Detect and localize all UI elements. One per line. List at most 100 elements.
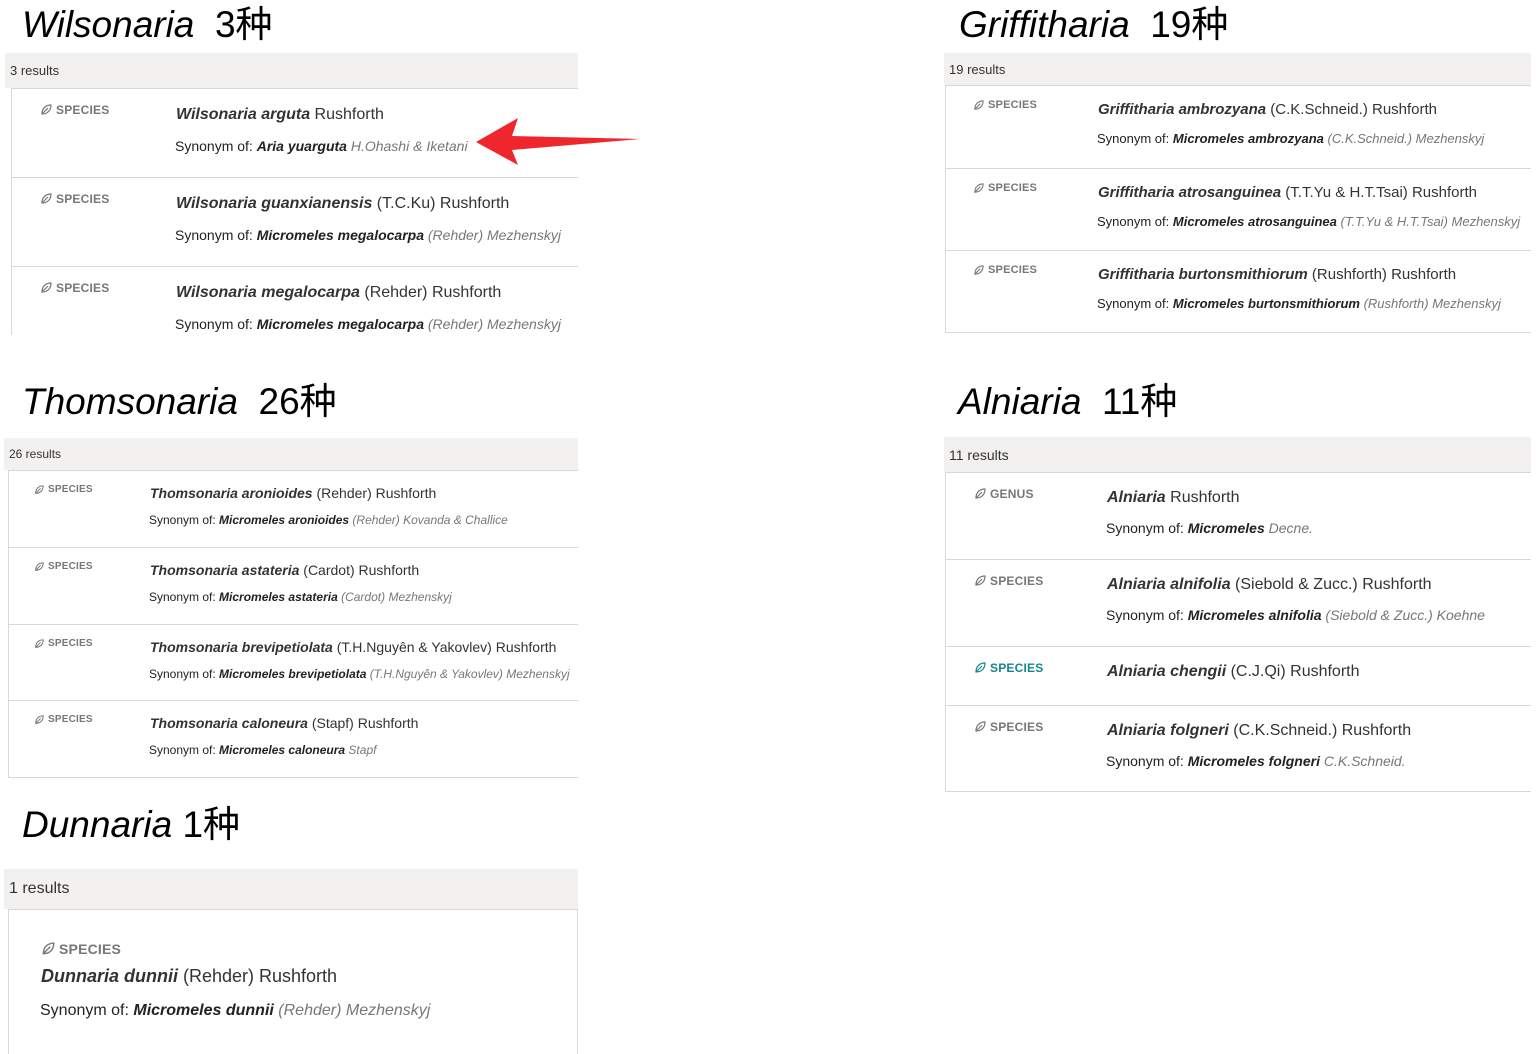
- synonym-author: (Rehder) Mezhenskyj: [424, 316, 561, 332]
- type-badge: SPECIES: [973, 264, 1037, 276]
- results-count: 19 results: [949, 61, 1006, 77]
- list-item[interactable]: SPECIES Dunnaria dunnii (Rehder) Rushfor…: [9, 910, 577, 1054]
- synonym-label: Synonym of:: [1106, 520, 1188, 536]
- type-badge: SPECIES: [34, 484, 93, 495]
- heading-wilsonaria: Wilsonaria 3种: [22, 6, 273, 43]
- scientific-name: Alniaria: [1107, 489, 1166, 506]
- synonym-name[interactable]: Aria yuarguta: [257, 138, 347, 154]
- taxon-name[interactable]: Alniaria chengii (C.J.Qi) Rushforth: [1107, 663, 1360, 681]
- type-badge: GENUS: [974, 487, 1034, 501]
- taxon-name[interactable]: Wilsonaria arguta Rushforth: [176, 106, 384, 124]
- synonym-author: (Rehder) Mezhenskyj: [273, 1002, 431, 1019]
- synonym-name[interactable]: Micromeles dunnii: [133, 1002, 273, 1019]
- taxon-name[interactable]: Thomsonaria brevipetiolata (T.H.Nguyên &…: [150, 639, 556, 655]
- genus-title: Griffitharia: [959, 4, 1130, 45]
- taxon-name[interactable]: Alniaria Rushforth: [1107, 489, 1240, 507]
- synonym-label: Synonym of:: [1106, 753, 1188, 769]
- author-citation: (Stapf) Rushforth: [307, 715, 419, 731]
- list-item[interactable]: GENUS Alniaria Rushforth Synonym of: Mic…: [946, 473, 1531, 560]
- taxon-name[interactable]: Alniaria folgneri (C.K.Schneid.) Rushfor…: [1107, 722, 1411, 740]
- type-badge: SPECIES: [974, 574, 1043, 588]
- synonym-name[interactable]: Micromeles atrosanguinea: [1173, 214, 1337, 229]
- leaf-icon: [974, 99, 984, 110]
- taxon-name[interactable]: Wilsonaria guanxianensis (T.C.Ku) Rushfo…: [176, 195, 509, 213]
- synonym-label: Synonym of:: [149, 667, 220, 681]
- synonym-name[interactable]: Micromeles: [1188, 520, 1265, 536]
- list-item[interactable]: SPECIES Thomsonaria caloneura (Stapf) Ru…: [9, 701, 578, 778]
- synonym-name[interactable]: Micromeles alnifolia: [1188, 607, 1322, 623]
- synonym-author: Decne.: [1264, 520, 1313, 536]
- type-badge: SPECIES: [34, 638, 93, 649]
- results-count: 1 results: [9, 880, 70, 897]
- red-arrow-annotation: [476, 118, 640, 165]
- leaf-icon: [975, 662, 986, 673]
- list-item[interactable]: SPECIES Alniaria folgneri (C.K.Schneid.)…: [946, 706, 1531, 792]
- synonym-name[interactable]: Micromeles ambrozyana: [1173, 131, 1324, 146]
- list-item[interactable]: SPECIES Thomsonaria astateria (Cardot) R…: [9, 548, 578, 625]
- synonym-line: Synonym of: Micromeles caloneura Stapf: [149, 743, 376, 757]
- list-item[interactable]: SPECIES Griffitharia atrosanguinea (T.T.…: [946, 169, 1531, 251]
- results-list: SPECIES Thomsonaria aronioides (Rehder) …: [8, 470, 578, 778]
- synonym-name[interactable]: Micromeles caloneura: [219, 743, 345, 757]
- type-badge: SPECIES: [974, 720, 1043, 734]
- synonym-name[interactable]: Micromeles burtonsmithiorum: [1173, 296, 1360, 311]
- taxon-name[interactable]: Dunnaria dunnii (Rehder) Rushforth: [41, 966, 337, 987]
- type-badge: SPECIES: [34, 561, 93, 572]
- synonym-name[interactable]: Micromeles astateria: [219, 590, 338, 604]
- species-count: 19种: [1150, 4, 1229, 45]
- heading-alniaria: Alniaria 11种: [958, 383, 1177, 420]
- heading-thomsonaria: Thomsonaria 26种: [22, 383, 337, 420]
- list-item[interactable]: SPECIES Thomsonaria aronioides (Rehder) …: [9, 471, 578, 548]
- list-item[interactable]: SPECIES Wilsonaria guanxianensis (T.C.Ku…: [12, 178, 578, 267]
- synonym-name[interactable]: Micromeles aronioides: [219, 513, 349, 527]
- taxon-name[interactable]: Griffitharia burtonsmithiorum (Rushforth…: [1098, 266, 1456, 283]
- list-item[interactable]: SPECIES Alniaria chengii (C.J.Qi) Rushfo…: [946, 647, 1531, 706]
- list-item[interactable]: SPECIES Alniaria alnifolia (Siebold & Zu…: [946, 560, 1531, 647]
- list-item[interactable]: SPECIES Griffitharia burtonsmithiorum (R…: [946, 251, 1531, 333]
- author-citation: (T.H.Nguyên & Yakovlev) Rushforth: [332, 639, 557, 655]
- synonym-name[interactable]: Micromeles megalocarpa: [257, 227, 424, 243]
- type-label: SPECIES: [48, 714, 93, 725]
- synonym-line: Synonym of: Micromeles megalocarpa (Rehd…: [175, 316, 561, 332]
- heading-griffitharia: Griffitharia 19种: [959, 6, 1228, 43]
- synonym-label: Synonym of:: [1097, 131, 1173, 146]
- scientific-name: Wilsonaria guanxianensis: [176, 195, 373, 212]
- list-item[interactable]: SPECIES Griffitharia ambrozyana (C.K.Sch…: [946, 86, 1531, 169]
- results-list: SPECIES Dunnaria dunnii (Rehder) Rushfor…: [8, 909, 578, 1054]
- author-citation: (C.K.Schneid.) Rushforth: [1266, 101, 1438, 118]
- leaf-icon: [35, 484, 44, 494]
- leaf-icon: [35, 561, 44, 571]
- results-list: SPECIES Griffitharia ambrozyana (C.K.Sch…: [945, 85, 1531, 333]
- type-label: SPECIES: [990, 574, 1044, 588]
- scientific-name: Thomsonaria caloneura: [150, 715, 308, 731]
- taxon-name[interactable]: Thomsonaria astateria (Cardot) Rushforth: [150, 562, 419, 578]
- leaf-icon: [35, 638, 44, 648]
- taxon-name[interactable]: Wilsonaria megalocarpa (Rehder) Rushfort…: [176, 284, 501, 302]
- author-citation: (Cardot) Rushforth: [299, 562, 420, 578]
- arrow-shape: [476, 118, 640, 165]
- synonym-name[interactable]: Micromeles folgneri: [1188, 753, 1320, 769]
- results-list: GENUS Alniaria Rushforth Synonym of: Mic…: [945, 472, 1531, 792]
- genus-title: Alniaria: [958, 381, 1082, 422]
- taxon-name[interactable]: Griffitharia atrosanguinea (T.T.Yu & H.T…: [1098, 184, 1477, 201]
- leaf-icon: [41, 193, 52, 204]
- taxon-name[interactable]: Griffitharia ambrozyana (C.K.Schneid.) R…: [1098, 101, 1437, 118]
- type-badge: SPECIES: [973, 182, 1037, 194]
- scientific-name: Thomsonaria aronioides: [150, 485, 313, 501]
- synonym-label: Synonym of:: [175, 227, 257, 243]
- genus-title: Dunnaria: [22, 804, 173, 845]
- synonym-author: (Rehder) Mezhenskyj: [424, 227, 561, 243]
- synonym-author: (Rehder) Kovanda & Challice: [349, 513, 508, 527]
- synonym-name[interactable]: Micromeles megalocarpa: [257, 316, 424, 332]
- taxon-name[interactable]: Thomsonaria caloneura (Stapf) Rushforth: [150, 715, 418, 731]
- type-badge: SPECIES: [40, 281, 109, 295]
- taxon-name[interactable]: Alniaria alnifolia (Siebold & Zucc.) Rus…: [1107, 576, 1432, 594]
- results-count-bar: 1 results: [4, 869, 578, 909]
- list-item[interactable]: SPECIES Thomsonaria brevipetiolata (T.H.…: [9, 625, 578, 701]
- leaf-icon: [975, 721, 986, 732]
- genus-title: Wilsonaria: [22, 4, 195, 45]
- list-item[interactable]: SPECIES Wilsonaria megalocarpa (Rehder) …: [12, 267, 578, 335]
- synonym-name[interactable]: Micromeles brevipetiolata: [219, 667, 366, 681]
- taxon-name[interactable]: Thomsonaria aronioides (Rehder) Rushfort…: [150, 485, 436, 501]
- author-citation: (Rehder) Rushforth: [178, 966, 338, 986]
